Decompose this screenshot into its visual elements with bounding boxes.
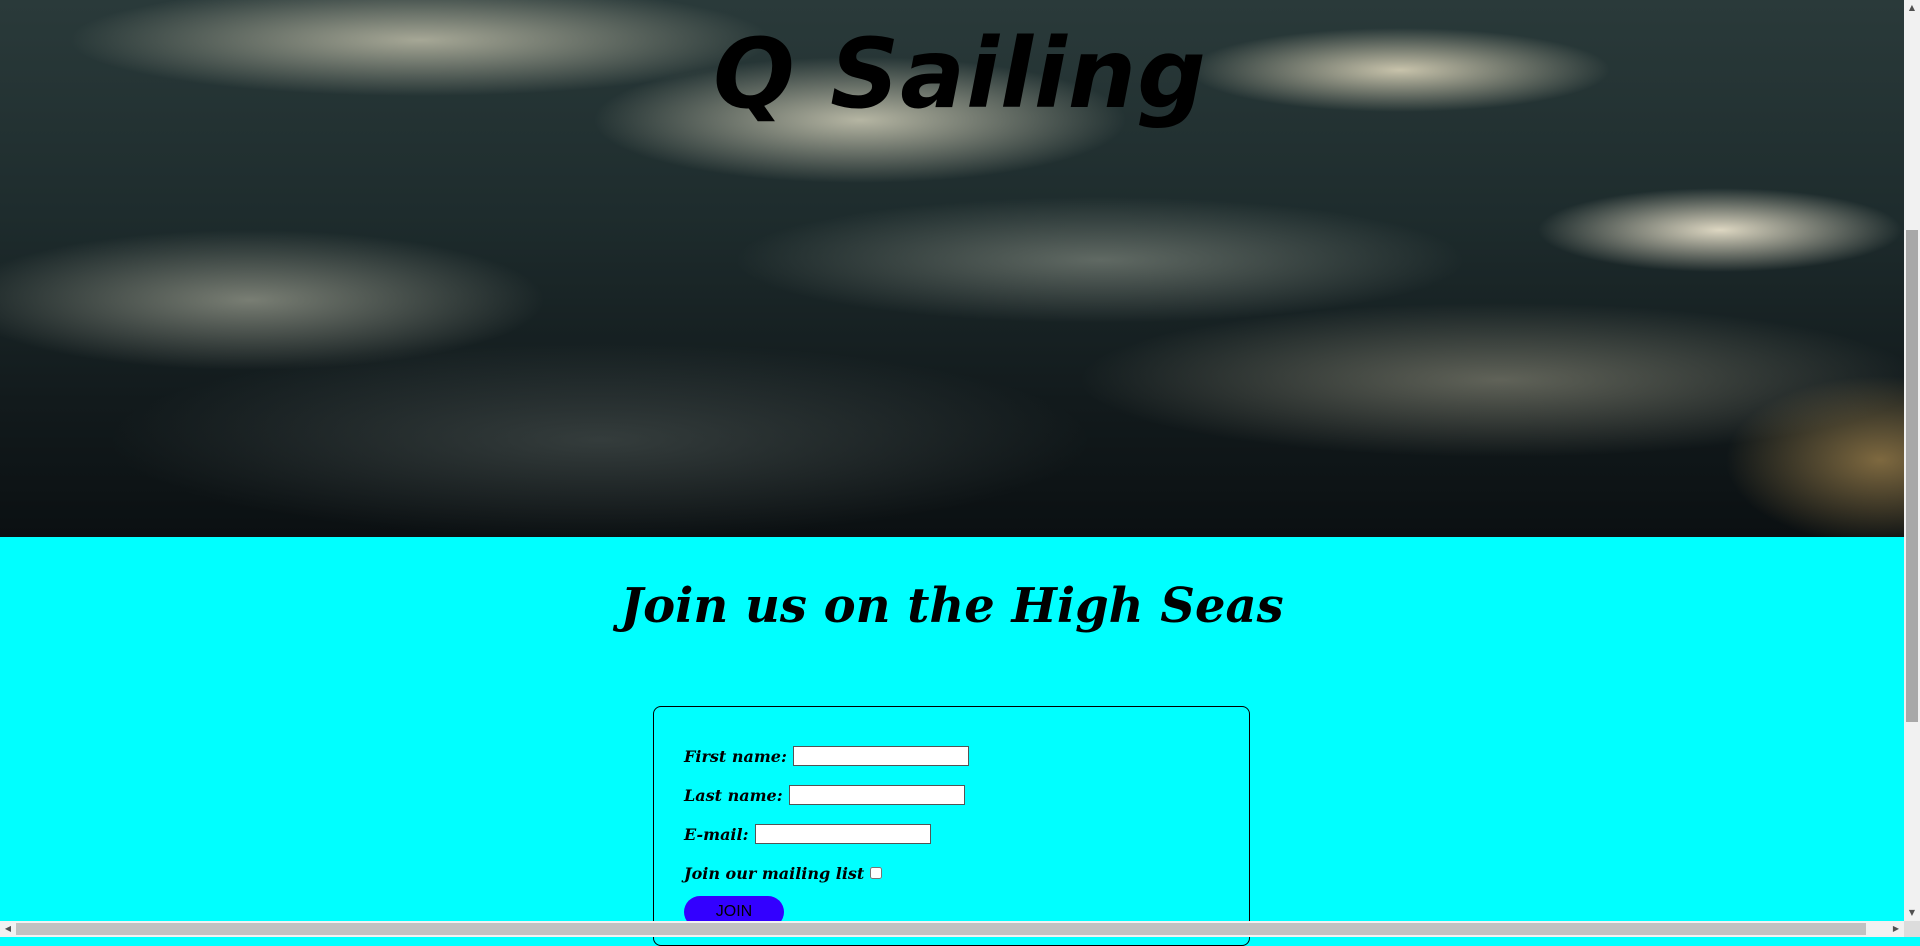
scroll-up-arrow-icon[interactable]: ▲ xyxy=(1904,0,1920,16)
vertical-scrollbar[interactable]: ▲ ▼ xyxy=(1904,0,1920,921)
mailing-list-row: Join our mailing list xyxy=(684,862,883,884)
last-name-row: Last name: xyxy=(684,784,965,806)
page-headline: Join us on the High Seas xyxy=(620,578,1284,634)
scrollbar-corner xyxy=(1904,921,1920,937)
scroll-down-arrow-icon[interactable]: ▼ xyxy=(1904,905,1920,921)
horizontal-scrollbar[interactable]: ◀ ▶ xyxy=(0,921,1904,937)
email-label: E-mail: xyxy=(684,824,749,844)
email-row: E-mail: xyxy=(684,823,931,845)
email-input[interactable] xyxy=(754,824,931,844)
last-name-label: Last name: xyxy=(684,785,783,805)
horizontal-scroll-thumb[interactable] xyxy=(16,923,1866,935)
last-name-input[interactable] xyxy=(788,785,965,805)
first-name-row: First name: xyxy=(684,745,969,767)
vertical-scroll-thumb[interactable] xyxy=(1906,230,1918,722)
first-name-input[interactable] xyxy=(792,746,969,766)
hero-water-image: Q Sailing xyxy=(0,0,1904,537)
site-title: Q Sailing xyxy=(713,18,1207,130)
mailing-list-label: Join our mailing list xyxy=(684,863,865,883)
scroll-left-arrow-icon[interactable]: ◀ xyxy=(0,921,16,937)
scroll-right-arrow-icon[interactable]: ▶ xyxy=(1888,921,1904,937)
first-name-label: First name: xyxy=(684,746,787,766)
mailing-list-checkbox[interactable] xyxy=(870,867,883,879)
signup-form: First name: Last name: E-mail: Join our … xyxy=(653,706,1250,946)
